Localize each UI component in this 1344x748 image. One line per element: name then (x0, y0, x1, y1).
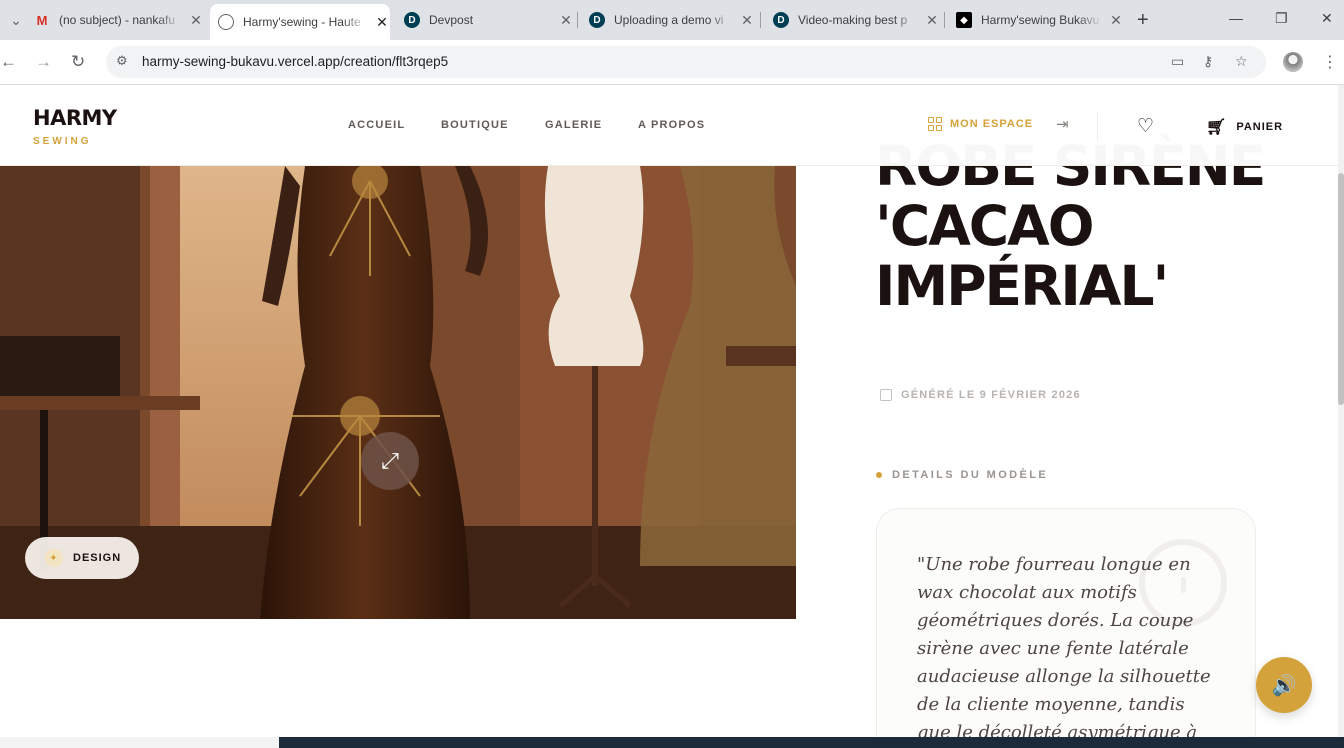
cart-icon: 🛒︎ (1206, 119, 1228, 136)
site-info-icon[interactable]: ⚙ (116, 53, 128, 69)
address-bar[interactable]: ⚙ harmy-sewing-bukavu.vercel.app/creatio… (106, 46, 1266, 78)
logout-icon[interactable]: ⇥ (1056, 115, 1069, 133)
tab-uploading-demo[interactable]: D Uploading a demo vi ✕ (581, 6, 755, 34)
generated-date: GÉNÉRÉ LE 9 FÉVRIER 2026 (880, 389, 1081, 401)
tab-github-harmy[interactable]: ◆ Harmy'sewing Bukavu ✕ (948, 6, 1124, 34)
site-header: HARMY SEWING ACCUEIL BOUTIQUE GALERIE A … (0, 85, 1338, 166)
creation-image: ⤢ ✦ DESIGN (0, 166, 796, 619)
gold-dot (876, 472, 882, 478)
details-section-label: DETAILS DU MODÈLE (876, 469, 1048, 481)
nav-a-propos[interactable]: A PROPOS (638, 119, 705, 131)
speaker-icon: 🔊 (1271, 674, 1297, 697)
window-close-icon[interactable]: ✕ (1321, 10, 1333, 27)
devpost-icon: D (589, 12, 605, 28)
tab-search-button[interactable]: ⌄ (0, 6, 22, 34)
browser-toolbar: ← → ↻ ⚙ harmy-sewing-bukavu.vercel.app/c… (0, 40, 1344, 85)
minimize-icon[interactable]: — (1229, 10, 1243, 26)
description-card: "Une robe fourreau longue en wax chocola… (876, 508, 1256, 748)
description-text: "Une robe fourreau longue en wax chocola… (917, 554, 1211, 743)
globe-icon (218, 14, 234, 30)
calendar-icon (880, 389, 892, 401)
expand-image-button[interactable]: ⤢ (361, 432, 419, 490)
header-divider (1097, 111, 1098, 141)
devpost-icon: D (773, 12, 789, 28)
password-key-icon[interactable]: ⚷ (1203, 53, 1213, 70)
scrollbar-thumb[interactable] (1338, 173, 1344, 405)
close-tab-icon[interactable]: ✕ (558, 12, 574, 29)
tab-devpost[interactable]: D Devpost ✕ (396, 6, 574, 34)
mon-espace-link[interactable]: MON ESPACE (928, 117, 1033, 131)
logo[interactable]: HARMY (33, 106, 117, 130)
github-icon: ◆ (956, 12, 972, 28)
back-icon[interactable]: ← (0, 52, 17, 72)
close-tab-icon[interactable]: ✕ (374, 14, 390, 31)
close-tab-icon[interactable]: ✕ (1108, 12, 1124, 29)
restore-icon[interactable]: ❐ (1275, 10, 1288, 27)
reload-icon[interactable]: ↻ (71, 52, 85, 72)
expand-icon: ⤢ (381, 448, 399, 473)
tab-harmy-sewing[interactable]: Harmy'sewing - Haute ✕ (210, 4, 390, 40)
bookmark-star-icon[interactable]: ☆ (1235, 53, 1248, 70)
devpost-icon: D (404, 12, 420, 28)
profile-avatar[interactable] (1283, 52, 1303, 72)
tab-gmail[interactable]: M (no subject) - nankafu ✕ (26, 6, 204, 34)
nav-galerie[interactable]: GALERIE (545, 119, 602, 131)
cast-off-icon[interactable]: ▭ (1171, 53, 1184, 70)
read-aloud-button[interactable]: 🔊 (1256, 657, 1312, 713)
close-tab-icon[interactable]: ✕ (739, 12, 755, 29)
close-tab-icon[interactable]: ✕ (924, 12, 940, 29)
design-badge: ✦ DESIGN (25, 537, 139, 579)
gmail-icon: M (36, 12, 48, 28)
close-tab-icon[interactable]: ✕ (188, 12, 204, 29)
browser-menu-icon[interactable]: ⋮ (1322, 52, 1338, 72)
wishlist-heart-icon[interactable]: ♡ (1137, 115, 1154, 138)
taskbar-search[interactable] (0, 737, 279, 748)
nav-accueil[interactable]: ACCUEIL (348, 119, 405, 131)
dashboard-grid-icon (928, 117, 942, 131)
new-tab-icon[interactable]: + (1137, 9, 1149, 32)
nav-boutique[interactable]: BOUTIQUE (441, 119, 509, 131)
browser-tab-strip: ⌄ M (no subject) - nankafu ✕ Harmy'sewin… (0, 0, 1344, 40)
cart-button[interactable]: 🛒︎ PANIER (1206, 117, 1283, 137)
forward-icon[interactable]: → (35, 52, 52, 72)
sparkle-icon: ✦ (45, 549, 63, 567)
tab-video-making[interactable]: D Video-making best p ✕ (765, 6, 940, 34)
logo-subtitle: SEWING (33, 136, 92, 147)
